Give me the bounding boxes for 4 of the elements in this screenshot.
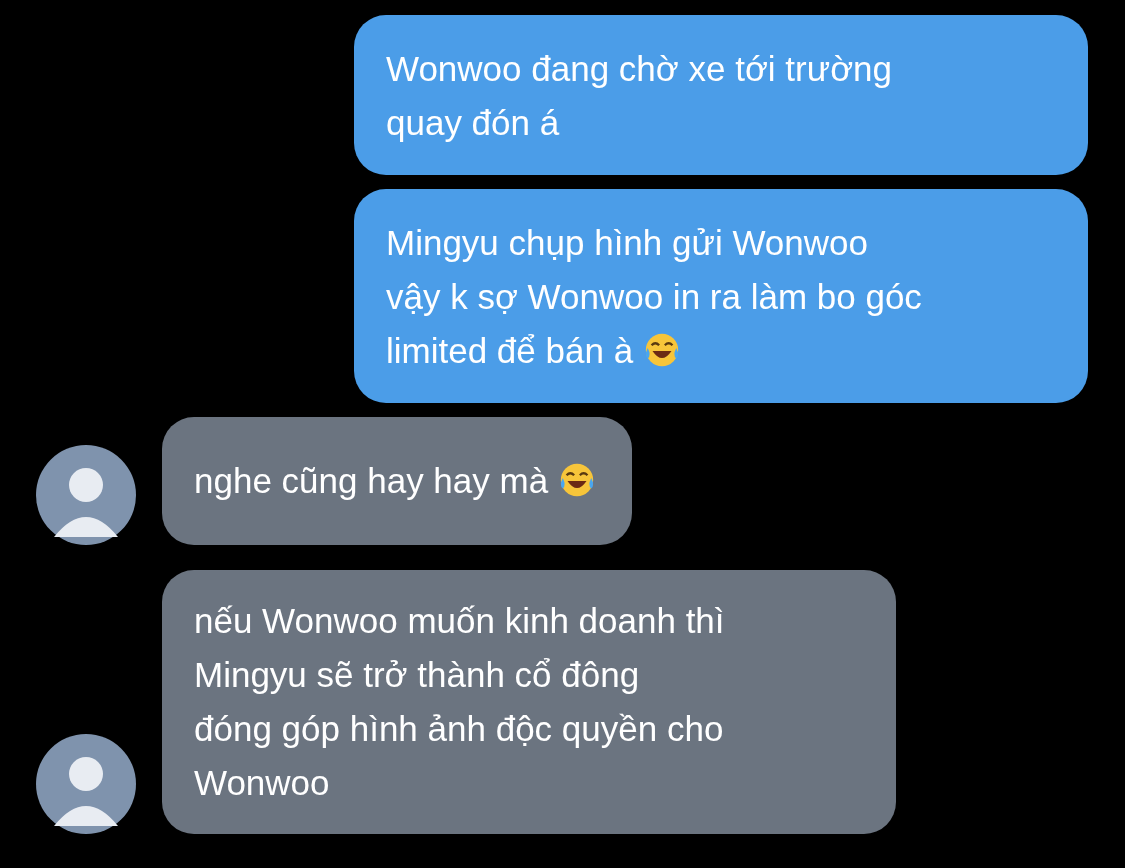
message-text: nghe cũng hay hay mà	[194, 454, 597, 508]
message-text: Wonwoo đang chờ xe tới trường quay đón á	[386, 48, 893, 144]
message-text: Mingyu chụp hình gửi Wonwoo vậy k sợ Wonwoo in ra làm bo góc limited để bán à	[386, 222, 922, 372]
message-text: nếu Wonwoo muốn kinh doanh thì Mingyu sẽ trở thành cổ đông đóng góp hình ảnh độc quyền cho Wonwoo	[194, 600, 725, 804]
